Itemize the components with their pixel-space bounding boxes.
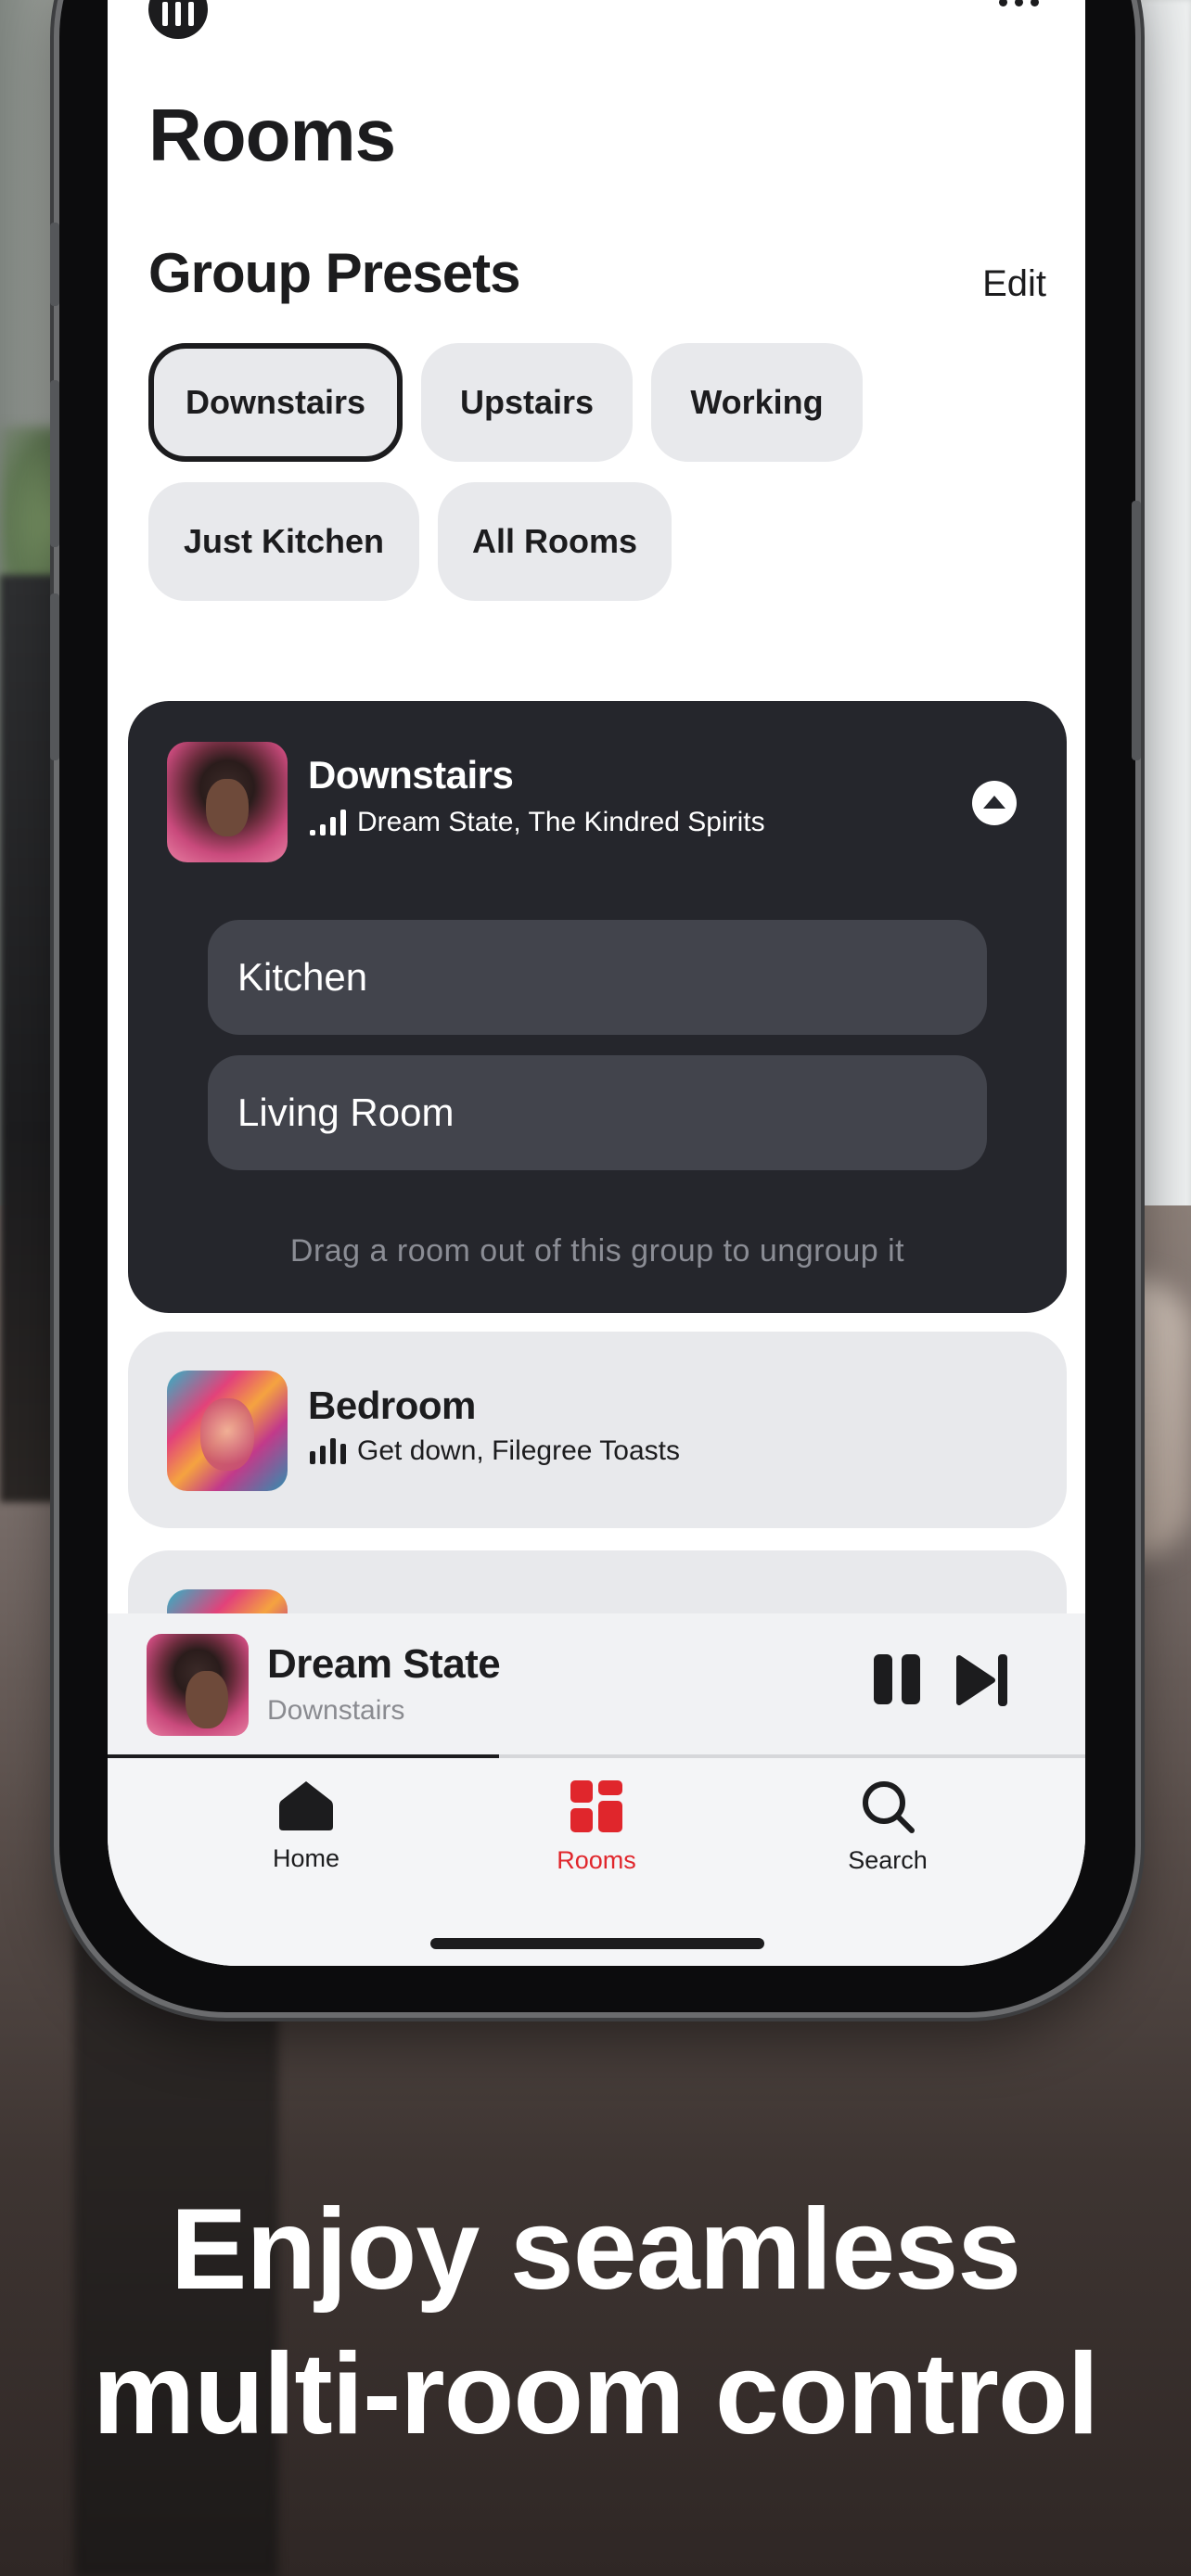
album-art: [167, 1371, 288, 1491]
tab-rooms[interactable]: Rooms: [504, 1779, 689, 1875]
room-card-bedroom[interactable]: Bedroom Get down, Filegree Toasts: [128, 1332, 1067, 1528]
phone-side-button: [50, 223, 59, 306]
track-room: Downstairs: [267, 1695, 405, 1726]
home-icon: [279, 1781, 333, 1830]
signal-bars-icon: [310, 810, 346, 835]
more-icon[interactable]: [999, 0, 1039, 6]
headline-line-1: Enjoy seamless: [170, 2186, 1022, 2314]
now-playing-row: Dream State, The Kindred Spirits: [310, 807, 765, 838]
phone-side-button: [1132, 501, 1141, 760]
edit-button[interactable]: Edit: [982, 263, 1046, 305]
group-card-downstairs[interactable]: Downstairs Dream State, The Kindred Spir…: [128, 701, 1067, 1313]
search-icon: [863, 1781, 915, 1833]
album-art: [147, 1634, 249, 1736]
track-title: Dream State: [267, 1641, 501, 1687]
phone-side-button: [50, 593, 59, 760]
collapse-icon[interactable]: [972, 781, 1017, 825]
app-screen: Rooms Group Presets Edit Downstairs Upst…: [108, 0, 1085, 1966]
room-row-living-room[interactable]: Living Room: [208, 1055, 987, 1170]
now-playing-text: Dream State, The Kindred Spirits: [357, 807, 765, 837]
signal-bars-icon: [310, 1438, 346, 1464]
mini-player[interactable]: Dream State Downstairs: [108, 1613, 1085, 1756]
tab-label: Rooms: [557, 1846, 636, 1874]
room-row-kitchen[interactable]: Kitchen: [208, 920, 987, 1035]
group-name: Downstairs: [308, 753, 514, 797]
app-logo-icon[interactable]: [148, 0, 208, 39]
album-art: [167, 742, 288, 862]
tab-bar: Home Rooms Search: [108, 1758, 1085, 1966]
page-title: Rooms: [148, 94, 396, 176]
home-indicator: [430, 1938, 764, 1949]
pause-button[interactable]: [874, 1654, 920, 1704]
tab-home[interactable]: Home: [213, 1779, 399, 1873]
preset-chip[interactable]: Just Kitchen: [148, 482, 419, 601]
preset-chip[interactable]: All Rooms: [438, 482, 672, 601]
phone-side-button: [50, 380, 59, 547]
tab-label: Search: [848, 1846, 928, 1874]
preset-chip[interactable]: Working: [651, 343, 863, 462]
preset-chip[interactable]: Upstairs: [421, 343, 633, 462]
room-name: Bedroom: [308, 1384, 476, 1427]
preset-chip[interactable]: Downstairs: [148, 343, 403, 462]
rooms-grid-icon: [570, 1780, 622, 1832]
drag-hint: Drag a room out of this group to ungroup…: [289, 1233, 905, 1269]
section-title: Group Presets: [148, 242, 520, 304]
now-playing-text: Get down, Filegree Toasts: [357, 1435, 680, 1466]
tab-search[interactable]: Search: [795, 1779, 980, 1875]
tab-label: Home: [272, 1844, 340, 1872]
skip-forward-button[interactable]: [955, 1654, 1011, 1706]
now-playing-row: Get down, Filegree Toasts: [310, 1435, 680, 1467]
headline-line-2: multi-room control: [92, 2330, 1099, 2458]
